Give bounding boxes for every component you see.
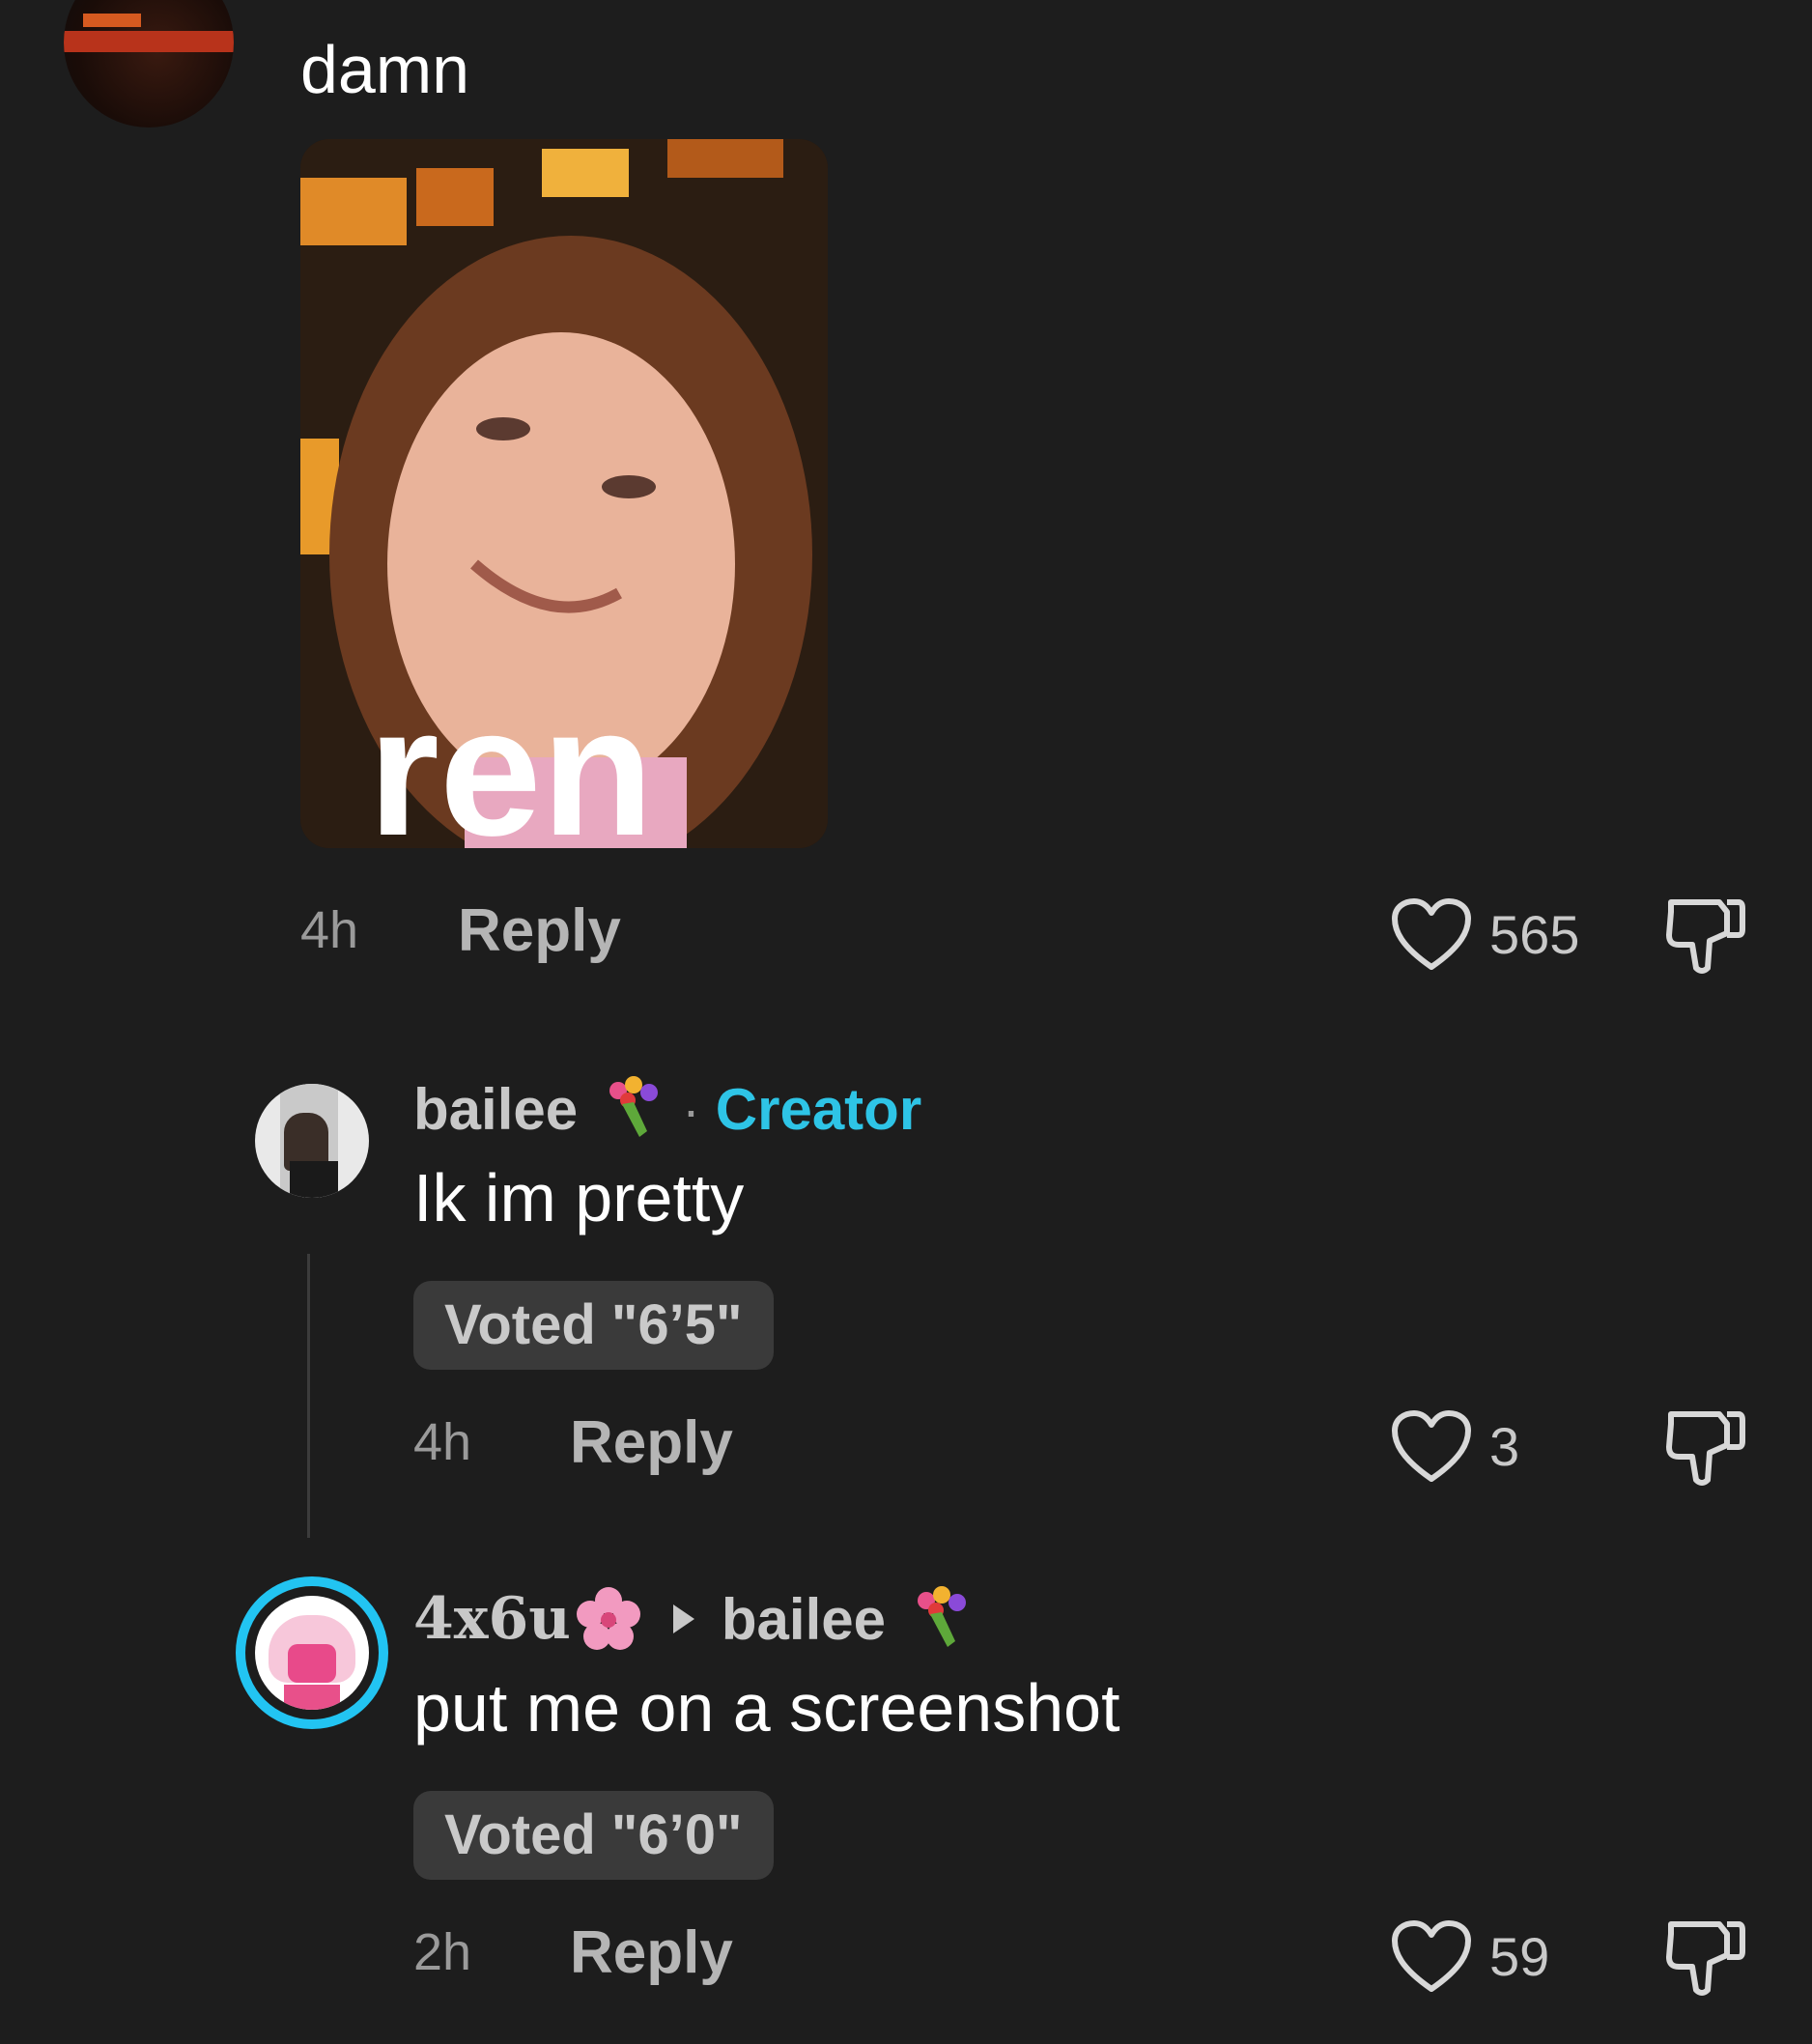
dislike-button[interactable]	[1663, 891, 1748, 978]
heart-outline-icon	[1392, 898, 1471, 970]
comment-timestamp: 4h	[300, 901, 359, 959]
reply-button[interactable]: Reply	[458, 896, 621, 965]
bouquet-emoji	[601, 1075, 665, 1143]
comment-header: 4x6u bailee	[413, 1580, 973, 1658]
comment-header: bailee · Creator	[413, 1070, 921, 1148]
vote-badge: Voted "6’0"	[413, 1791, 774, 1880]
thumbs-down-icon	[1666, 1411, 1745, 1486]
like-button[interactable]: 565	[1391, 894, 1623, 980]
like-button[interactable]: 3	[1391, 1405, 1565, 1492]
reply-button[interactable]: Reply	[570, 1918, 733, 1987]
thread-line	[307, 1254, 310, 1538]
dislike-button[interactable]	[1663, 1403, 1748, 1490]
dislike-button[interactable]	[1663, 1913, 1748, 2000]
username[interactable]: 4x6u	[413, 1585, 571, 1653]
avatar-4x6u[interactable]	[236, 1576, 388, 1729]
comment-timestamp: 4h	[413, 1413, 472, 1471]
heart-outline-icon	[1392, 1920, 1471, 1992]
comment-text: put me on a screenshot	[413, 1670, 1120, 1746]
comment-image-overlay-text: ren	[368, 669, 654, 848]
comment-text: damn	[300, 32, 470, 107]
heart-outline-icon	[1392, 1410, 1471, 1482]
thumbs-down-icon	[1666, 899, 1745, 974]
vote-badge: Voted "6’5"	[413, 1281, 774, 1370]
separator-dot: ·	[682, 1078, 700, 1140]
cherry-blossom-emoji	[575, 1585, 642, 1653]
creator-badge: Creator	[715, 1076, 922, 1142]
reply-button[interactable]: Reply	[570, 1408, 733, 1477]
comment-text: Ik im pretty	[413, 1160, 745, 1235]
bouquet-emoji	[909, 1585, 973, 1653]
reply-to-username[interactable]: bailee	[722, 1586, 886, 1653]
comment-image[interactable]: ren	[300, 139, 828, 848]
username[interactable]: bailee	[413, 1076, 578, 1143]
avatar-commenter-1[interactable]	[64, 0, 234, 128]
like-count: 3	[1489, 1416, 1520, 1477]
triangle-right-icon	[671, 1603, 696, 1635]
comment-timestamp: 2h	[413, 1923, 472, 1981]
like-button[interactable]: 59	[1391, 1916, 1584, 2002]
like-count: 565	[1489, 904, 1580, 965]
thumbs-down-icon	[1666, 1921, 1745, 1996]
like-count: 59	[1489, 1926, 1550, 1987]
avatar-bailee[interactable]	[255, 1084, 369, 1198]
